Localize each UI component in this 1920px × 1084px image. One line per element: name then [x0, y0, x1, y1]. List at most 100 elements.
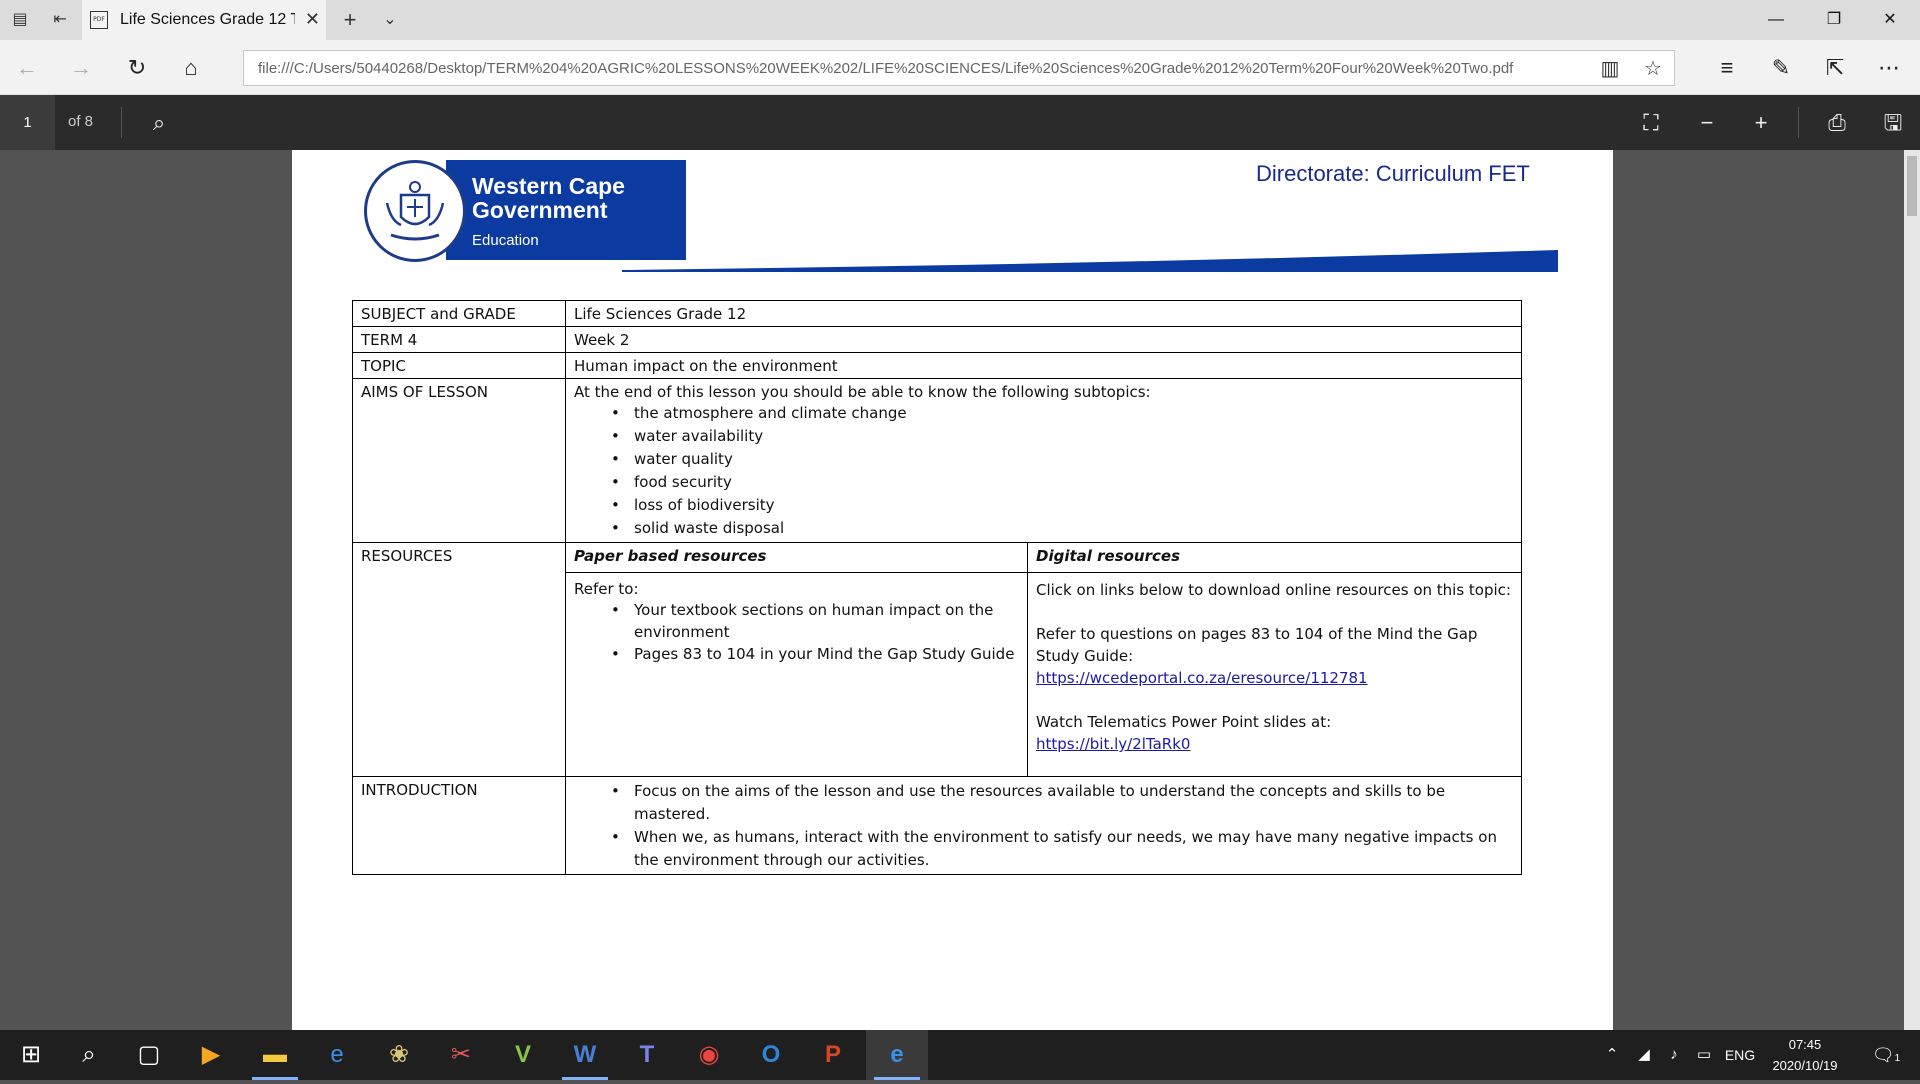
page-number-input[interactable]: 1 [0, 95, 55, 150]
divider [121, 107, 122, 138]
chevron-up-icon[interactable]: ⌃ [1598, 1030, 1626, 1080]
clock[interactable]: 07:45 2020/10/19 [1760, 1034, 1850, 1076]
list-item: Focus on the aims of the lesson and use … [611, 780, 1513, 826]
digital-refer: Refer to questions on pages 83 to 104 of… [1036, 625, 1478, 665]
search-icon[interactable]: ⌕ [144, 108, 174, 138]
refresh-icon[interactable]: ↻ [122, 53, 152, 83]
favorite-star-icon[interactable]: ☆ [1640, 56, 1666, 82]
fit-page-icon[interactable]: ⛶ [1636, 108, 1666, 138]
outlook-icon[interactable]: O [740, 1030, 802, 1080]
list-item: water availability [611, 425, 1513, 448]
paint-icon[interactable]: ❀ [368, 1030, 430, 1080]
logo-title: Western Cape Government [472, 174, 625, 222]
digital-watch: Watch Telematics Power Point slides at: [1036, 713, 1332, 731]
minimize-button[interactable]: — [1756, 8, 1796, 32]
word-icon[interactable]: W [554, 1030, 616, 1080]
introduction-list: Focus on the aims of the lesson and use … [574, 780, 1513, 872]
digital-resources-cell: Click on links below to download online … [1027, 572, 1522, 777]
aims-list: the atmosphere and climate change water … [574, 402, 1513, 540]
digital-intro: Click on links below to download online … [1036, 581, 1511, 599]
new-tab-icon[interactable]: + [338, 8, 362, 32]
table-row: INTRODUCTION Focus on the aims of the le… [352, 776, 1522, 875]
vertical-scrollbar[interactable] [1904, 150, 1920, 1030]
print-icon[interactable]: ⎙ [1822, 108, 1852, 138]
eresource-link[interactable]: https://wcedeportal.co.za/eresource/1127… [1036, 669, 1368, 687]
navigation-bar: ← → ↻ ⌂ file:///C:/Users/50440268/Deskto… [0, 40, 1920, 95]
media-player-icon[interactable]: ▶ [180, 1030, 242, 1080]
list-item: Your textbook sections on human impact o… [611, 599, 1019, 643]
task-view-icon[interactable]: ▢ [118, 1030, 180, 1080]
header-swoosh [622, 250, 1558, 272]
list-item: food security [611, 471, 1513, 494]
save-icon[interactable]: 🖫 [1878, 108, 1908, 138]
pen-icon[interactable]: ✎ [1766, 53, 1796, 83]
telematics-link[interactable]: https://bit.ly/2lTaRk0 [1036, 735, 1190, 753]
volume-icon[interactable]: ♪ [1660, 1030, 1688, 1080]
pdf-page: Western Cape Government Education Directo… [292, 150, 1613, 1030]
paper-list: Your textbook sections on human impact o… [574, 599, 1019, 666]
restore-button[interactable]: ❐ [1814, 8, 1854, 32]
page-total: of 8 [68, 113, 94, 130]
snip-tool-icon[interactable]: ✂ [430, 1030, 492, 1080]
scrollbar-thumb[interactable] [1907, 156, 1917, 216]
logo-line1: Western Cape [472, 173, 625, 199]
close-tab-icon[interactable]: ✕ [305, 9, 320, 30]
teams-icon[interactable]: T [616, 1030, 678, 1080]
internet-explorer-icon[interactable]: e [306, 1030, 368, 1080]
logo-subtitle: Education [472, 232, 539, 249]
taskbar: ⊞ ⌕ ▢ ▶ ▬ e ❀ ✂ V W T ◉ O P e ⌃ ◢ ♪ ▭ EN… [0, 1030, 1920, 1080]
search-icon[interactable]: ⌕ [58, 1030, 120, 1080]
back-icon[interactable]: ← [12, 53, 42, 83]
edge-icon[interactable]: e [866, 1030, 928, 1080]
tab-actions-icon[interactable]: ▤ [8, 8, 32, 32]
chrome-icon[interactable]: ◉ [678, 1030, 740, 1080]
paper-resources-heading: Paper based resources [565, 542, 1028, 573]
list-item: Pages 83 to 104 in your Mind the Gap Stu… [611, 643, 1019, 666]
table-row: RESOURCES Paper based resources Digital … [352, 542, 1522, 777]
table-row: TOPIC Human impact on the environment [352, 352, 1522, 379]
clock-date: 2020/10/19 [1772, 1058, 1838, 1073]
coat-of-arms-icon [364, 160, 466, 262]
table-row: TERM 4 Week 2 [352, 326, 1522, 353]
file-explorer-icon[interactable]: ▬ [244, 1030, 306, 1080]
powerpoint-icon[interactable]: P [802, 1030, 864, 1080]
term-value: Week 2 [565, 326, 1522, 353]
list-item: loss of biodiversity [611, 494, 1513, 517]
veyon-icon[interactable]: V [492, 1030, 554, 1080]
favorites-list-icon[interactable]: ≡ [1712, 53, 1742, 83]
reading-view-icon[interactable]: ▥ [1597, 56, 1623, 82]
pdf-viewer: Western Cape Government Education Directo… [0, 150, 1920, 1030]
tab-title: Life Sciences Grade 12 T [120, 11, 295, 28]
close-window-button[interactable]: ✕ [1870, 8, 1910, 32]
language-indicator[interactable]: ENG [1720, 1030, 1760, 1080]
clock-time: 07:45 [1788, 1037, 1822, 1052]
lesson-table: SUBJECT and GRADE Life Sciences Grade 12… [352, 300, 1522, 875]
zoom-out-icon[interactable]: − [1692, 108, 1722, 138]
aims-label: AIMS OF LESSON [352, 378, 566, 543]
list-item: solid waste disposal [611, 517, 1513, 540]
home-icon[interactable]: ⌂ [176, 53, 206, 83]
aims-cell: At the end of this lesson you should be … [565, 378, 1522, 543]
digital-resources-heading: Digital resources [1027, 542, 1522, 573]
list-item: When we, as humans, interact with the en… [611, 826, 1513, 872]
term-label: TERM 4 [352, 326, 566, 353]
address-bar[interactable]: file:///C:/Users/50440268/Desktop/TERM%2… [243, 50, 1675, 86]
battery-icon[interactable]: ▭ [1690, 1030, 1718, 1080]
tab-pdf[interactable]: PDF Life Sciences Grade 12 T ✕ [82, 0, 326, 40]
more-icon[interactable]: ⋯ [1874, 53, 1904, 83]
network-icon[interactable]: ◢ [1630, 1030, 1658, 1080]
pdf-icon: PDF [90, 11, 108, 29]
windows-start-icon[interactable]: ⊞ [0, 1030, 62, 1080]
address-url[interactable]: file:///C:/Users/50440268/Desktop/TERM%2… [258, 60, 1588, 77]
subject-value: Life Sciences Grade 12 [565, 300, 1522, 327]
forward-icon[interactable]: → [66, 53, 96, 83]
paper-intro: Refer to: [574, 580, 639, 598]
notifications-icon[interactable]: 🗨1 [1866, 1030, 1906, 1080]
chevron-down-icon[interactable]: ⌄ [378, 8, 402, 32]
set-aside-tabs-icon[interactable]: ⇤ [48, 8, 72, 32]
zoom-in-icon[interactable]: + [1746, 108, 1776, 138]
share-icon[interactable]: ⇱ [1820, 53, 1850, 83]
pdf-toolbar: 1 of 8 ⌕ ⛶ − + ⎙ 🖫 [0, 95, 1920, 150]
